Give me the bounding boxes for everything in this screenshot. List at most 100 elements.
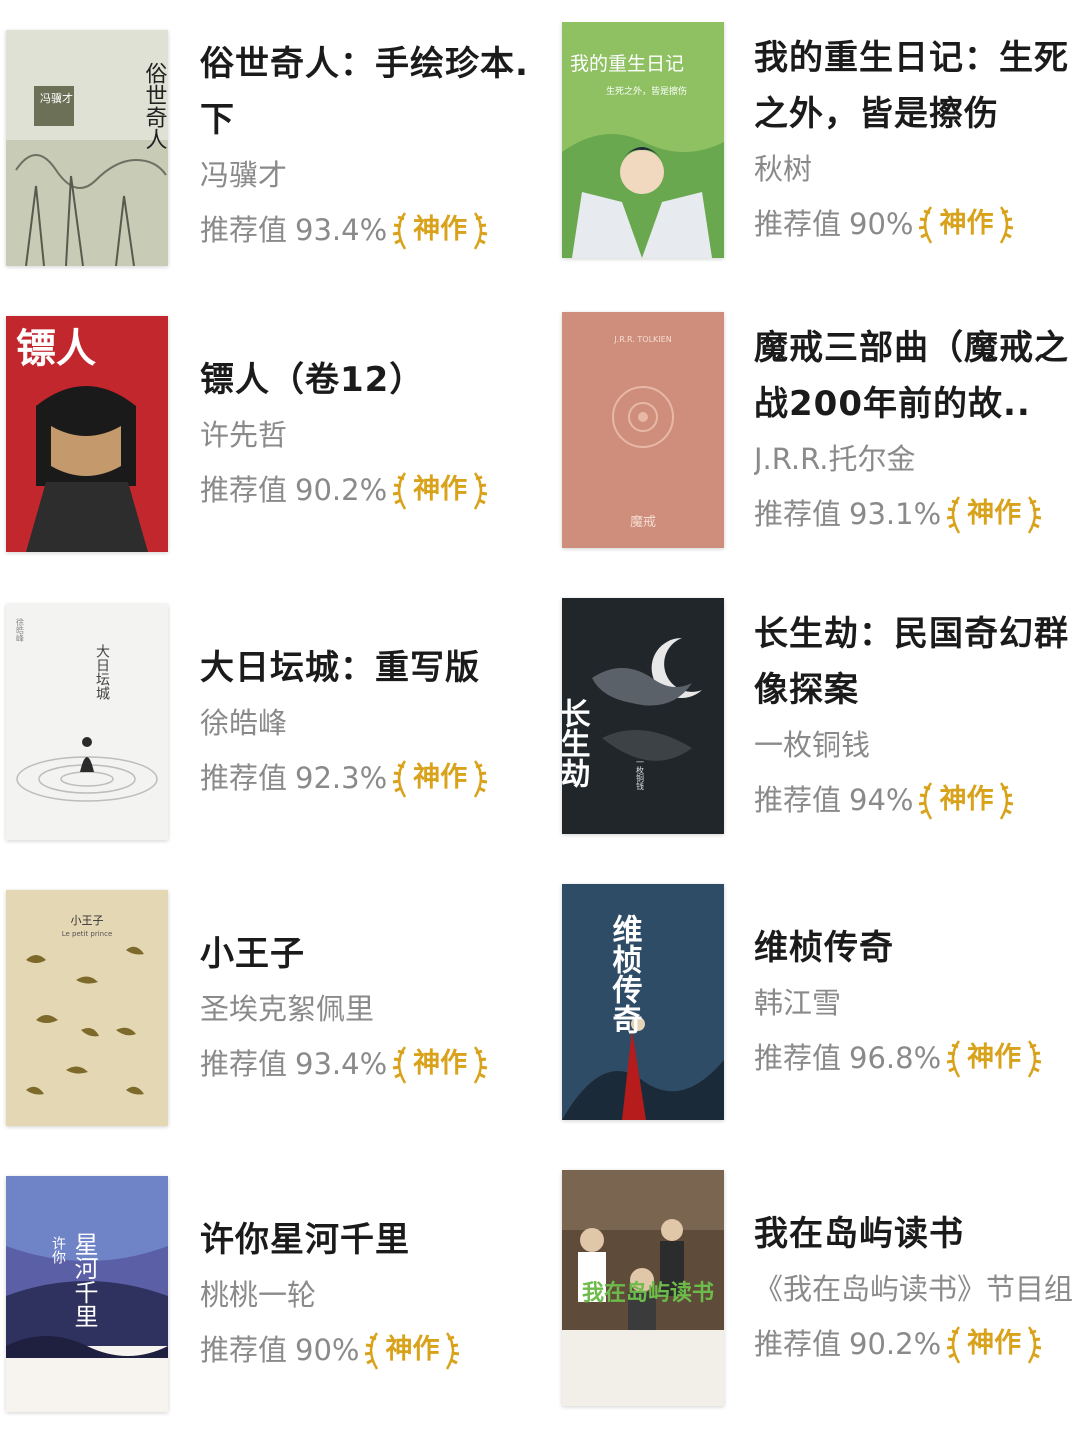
recommend-label: 推荐值 [200, 1333, 288, 1367]
book-title[interactable]: 镖人（卷12） [200, 352, 540, 408]
book-author[interactable]: 圣埃克絮佩里 [200, 982, 540, 1036]
recommend-value: 93.4% [295, 213, 388, 247]
book-title[interactable]: 魔戒三部曲（魔戒之战200年前的故.. [754, 320, 1080, 432]
recommend-label: 推荐值 [754, 1327, 842, 1361]
svg-text:生死之外，皆是擦伤: 生死之外，皆是擦伤 [606, 85, 687, 97]
recommend-row: 推荐值 90% 神作 [200, 1322, 540, 1378]
book-cover[interactable]: 长生劫 一枚铜钱 [562, 598, 724, 834]
masterpiece-badge: 神作 [391, 202, 489, 258]
recommend-label: 推荐值 [200, 213, 288, 247]
laurel-left-icon [946, 1040, 961, 1078]
recommend-row: 推荐值 93.1% 神作 [754, 486, 1080, 542]
svg-text:许你: 许你 [50, 1236, 66, 1264]
laurel-right-icon [474, 1046, 488, 1084]
recommend-value: 90.2% [295, 473, 388, 507]
book-cover[interactable]: 我在岛屿读书 [562, 1170, 724, 1406]
book-author[interactable]: 秋树 [754, 142, 1080, 196]
book-cover[interactable]: 我的重生日记 生死之外，皆是擦伤 [562, 22, 724, 258]
book-title[interactable]: 我在岛屿读书 [754, 1206, 1080, 1262]
book-item[interactable]: 大日坛城 徐皓峰 大日坛城：重写版 徐皓峰 推荐值 92.3% 神作 [0, 596, 540, 882]
svg-text:俗世奇人: 俗世奇人 [142, 62, 168, 150]
book-item[interactable]: 我在岛屿读书 我在岛屿读书 《我在岛屿读书》节目组 推荐值 90.2% 神作 [540, 1168, 1080, 1454]
recommend-row: 推荐值 90.2% 神作 [754, 1316, 1080, 1372]
recommend-label: 推荐值 [200, 761, 288, 795]
laurel-right-icon [1000, 206, 1014, 244]
masterpiece-badge: 神作 [391, 462, 489, 518]
recommend-row: 推荐值 90% 神作 [754, 196, 1080, 252]
masterpiece-badge: 神作 [945, 1030, 1043, 1086]
laurel-left-icon [392, 760, 407, 798]
book-item[interactable]: J.R.R. TOLKIEN 魔戒 魔戒三部曲（魔戒之战200年前的故.. J.… [540, 308, 1080, 594]
laurel-left-icon [392, 1046, 407, 1084]
book-author[interactable]: 《我在岛屿读书》节目组 [754, 1262, 1080, 1316]
book-title[interactable]: 许你星河千里 [200, 1212, 540, 1268]
book-author[interactable]: 许先哲 [200, 408, 540, 462]
laurel-right-icon [1028, 1040, 1042, 1078]
svg-text:维桢传奇: 维桢传奇 [607, 914, 644, 1034]
laurel-right-icon [446, 1332, 460, 1370]
book-title[interactable]: 维桢传奇 [754, 920, 1080, 976]
masterpiece-badge: 神作 [917, 196, 1015, 252]
svg-text:星河千里: 星河千里 [70, 1232, 98, 1328]
recommend-label: 推荐值 [754, 207, 842, 241]
recommend-label: 推荐值 [200, 1047, 288, 1081]
book-title[interactable]: 俗世奇人：手绘珍本.下 [200, 36, 540, 148]
svg-text:镖人: 镖人 [16, 326, 96, 372]
recommend-label: 推荐值 [754, 783, 842, 817]
book-cover[interactable]: 俗世奇人 冯骥才 [6, 30, 168, 266]
laurel-right-icon [1028, 1326, 1042, 1364]
recommend-row: 推荐值 94% 神作 [754, 772, 1080, 828]
recommend-value: 90.2% [849, 1327, 942, 1361]
book-item[interactable]: 长生劫 一枚铜钱 长生劫：民国奇幻群像探案 一枚铜钱 推荐值 94% 神作 [540, 596, 1080, 882]
laurel-left-icon [392, 212, 407, 250]
recommend-label: 推荐值 [200, 473, 288, 507]
book-cover[interactable]: 星河千里 许你 [6, 1176, 168, 1412]
book-author[interactable]: J.R.R.托尔金 [754, 432, 1080, 486]
masterpiece-badge: 神作 [917, 772, 1015, 828]
masterpiece-badge: 神作 [391, 750, 489, 806]
laurel-right-icon [474, 760, 488, 798]
recommend-row: 推荐值 92.3% 神作 [200, 750, 540, 806]
svg-text:冯骥才: 冯骥才 [40, 91, 73, 105]
recommend-row: 推荐值 93.4% 神作 [200, 1036, 540, 1092]
book-author[interactable]: 徐皓峰 [200, 696, 540, 750]
svg-text:大日坛城: 大日坛城 [94, 644, 110, 701]
book-item[interactable]: 镖人 镖人（卷12） 许先哲 推荐值 90.2% 神作 [0, 308, 540, 594]
book-item[interactable]: 星河千里 许你 许你星河千里 桃桃一轮 推荐值 90% 神作 [0, 1168, 540, 1454]
book-cover[interactable]: J.R.R. TOLKIEN 魔戒 [562, 312, 724, 548]
svg-text:小王子: 小王子 [71, 914, 104, 927]
book-item[interactable]: 维桢传奇 维桢传奇 韩江雪 推荐值 96.8% 神作 [540, 882, 1080, 1168]
book-item[interactable]: 我的重生日记 生死之外，皆是擦伤 我的重生日记：生死之外，皆是擦伤 秋树 推荐值… [540, 22, 1080, 308]
masterpiece-badge: 神作 [945, 1316, 1043, 1372]
book-author[interactable]: 一枚铜钱 [754, 718, 1080, 772]
book-author[interactable]: 冯骥才 [200, 148, 540, 202]
book-cover[interactable]: 维桢传奇 [562, 884, 724, 1120]
book-title[interactable]: 我的重生日记：生死之外，皆是擦伤 [754, 30, 1080, 142]
svg-text:一枚铜钱: 一枚铜钱 [636, 758, 645, 790]
laurel-left-icon [392, 472, 407, 510]
recommend-label: 推荐值 [754, 1041, 842, 1075]
book-cover[interactable]: 小王子 Le petit prince [6, 890, 168, 1126]
book-item[interactable]: 小王子 Le petit prince 小王子 圣埃克絮佩里 推荐值 93.4%… [0, 882, 540, 1168]
laurel-left-icon [946, 496, 961, 534]
masterpiece-badge: 神作 [363, 1322, 461, 1378]
recommend-row: 推荐值 96.8% 神作 [754, 1030, 1080, 1086]
book-cover[interactable]: 大日坛城 徐皓峰 [6, 604, 168, 840]
laurel-left-icon [919, 782, 933, 820]
laurel-right-icon [474, 212, 488, 250]
book-title[interactable]: 小王子 [200, 926, 540, 982]
book-item[interactable]: 俗世奇人 冯骥才 俗世奇人：手绘珍本.下 冯骥才 推荐值 93.4% 神作 [0, 22, 540, 308]
laurel-left-icon [919, 206, 933, 244]
book-author[interactable]: 桃桃一轮 [200, 1268, 540, 1322]
masterpiece-badge: 神作 [945, 486, 1043, 542]
book-cover[interactable]: 镖人 [6, 316, 168, 552]
laurel-right-icon [1028, 496, 1042, 534]
laurel-right-icon [474, 472, 488, 510]
recommend-value: 92.3% [295, 761, 388, 795]
recommend-row: 推荐值 93.4% 神作 [200, 202, 540, 258]
masterpiece-badge: 神作 [391, 1036, 489, 1092]
book-title[interactable]: 长生劫：民国奇幻群像探案 [754, 606, 1080, 718]
book-title[interactable]: 大日坛城：重写版 [200, 640, 540, 696]
laurel-left-icon [946, 1326, 961, 1364]
book-author[interactable]: 韩江雪 [754, 976, 1080, 1030]
